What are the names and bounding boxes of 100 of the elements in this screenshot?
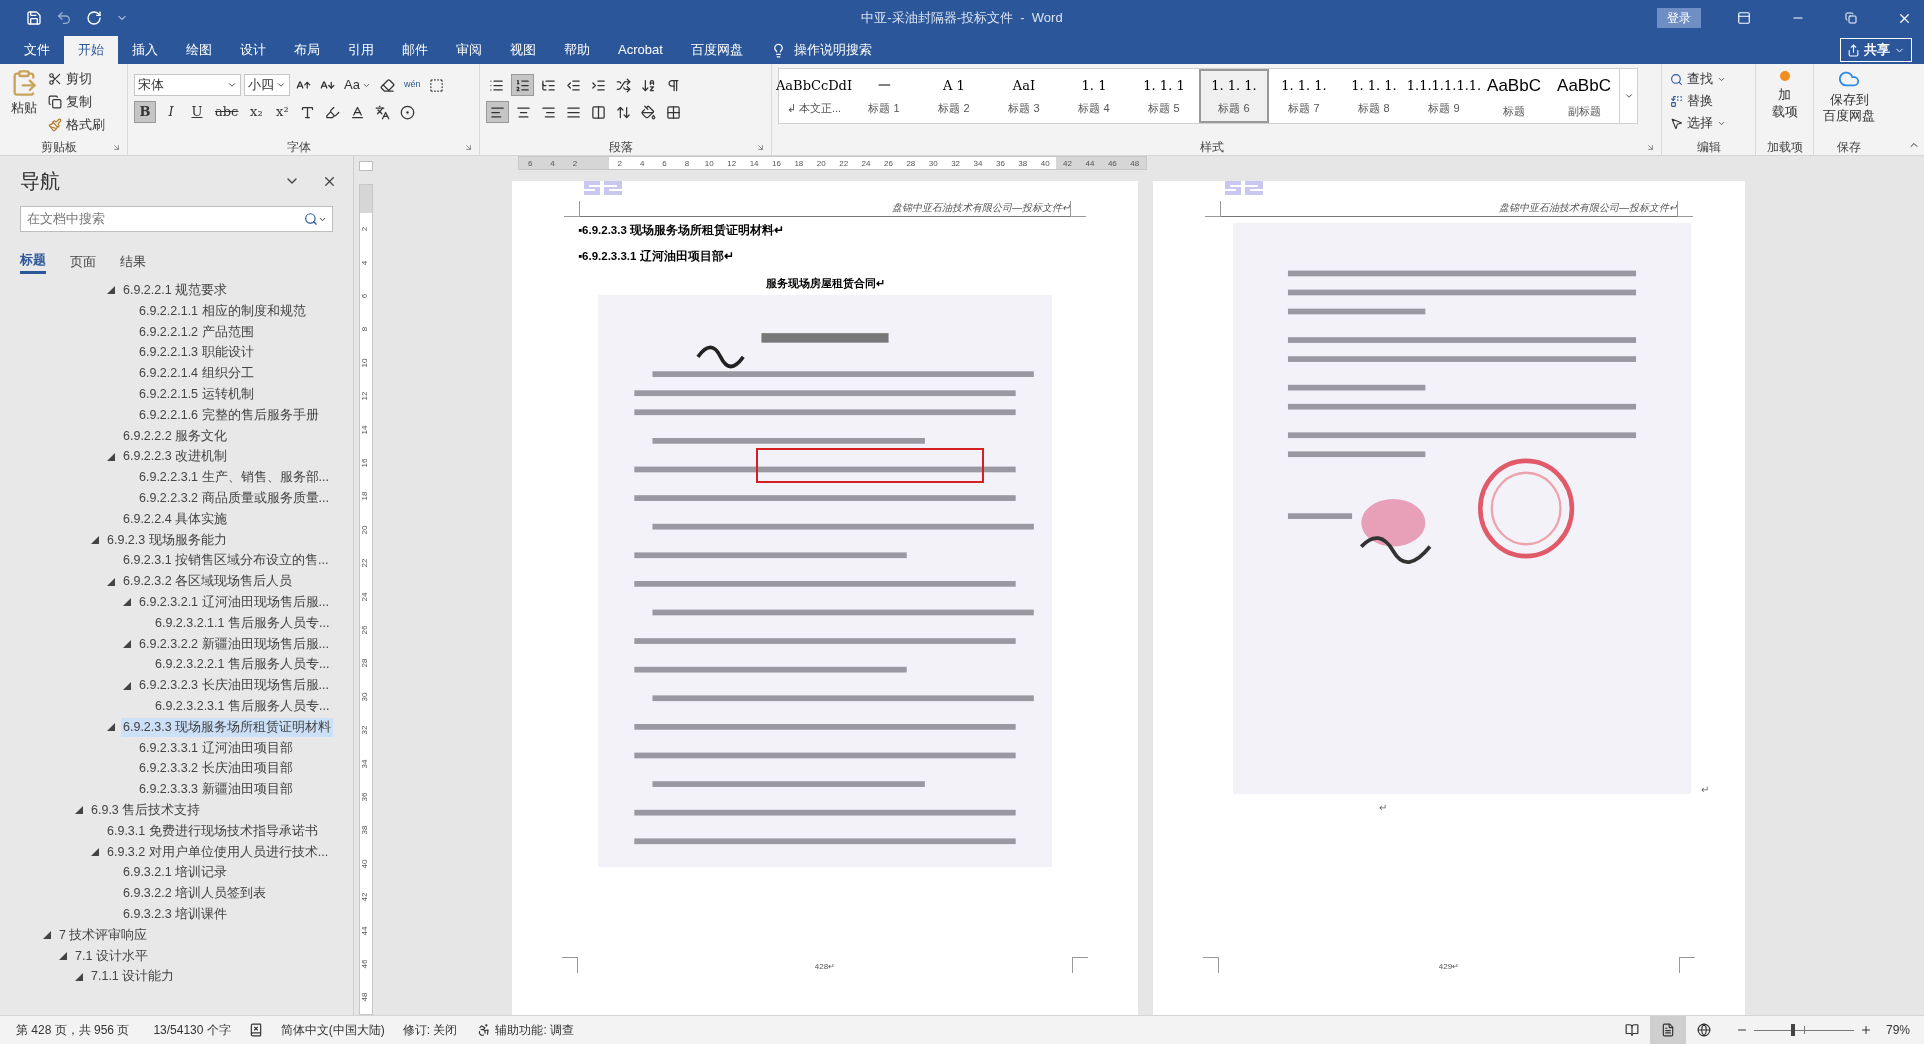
navigation-heading[interactable]: 6.9.2.3.1 按销售区域分布设立的售... [121, 551, 331, 571]
expanded-triangle-icon[interactable] [107, 723, 115, 732]
redo-icon[interactable] [86, 10, 102, 26]
numbering-icon[interactable] [511, 74, 534, 96]
navigation-heading[interactable]: 6.9.2.3.2 各区域现场售后人员 [121, 572, 295, 591]
navigation-heading[interactable]: 6.9.3.2.1 培训记录 [121, 863, 230, 883]
navigation-heading[interactable]: 6.9.2.3.2.2 新疆油田现场售后服... [137, 634, 331, 654]
navigation-heading[interactable]: 6.9.2.2.3.1 生产、销售、服务部... [137, 468, 331, 487]
save-to-cloud-button[interactable]: 保存到 百度网盘 [1823, 68, 1875, 124]
navigation-heading[interactable]: 6.9.2.3.2.2.1 售后服务人员专... [153, 655, 332, 675]
font-style-button[interactable]: B [134, 101, 156, 123]
ribbon-tab[interactable]: 文件 [10, 36, 64, 64]
style-item[interactable]: 1. 1. 1. 标题 7 [1269, 69, 1339, 123]
find-button[interactable]: 查找 [1670, 68, 1747, 90]
proofing-icon[interactable] [248, 1023, 263, 1037]
style-item[interactable]: 1. 1 标题 4 [1059, 69, 1129, 123]
paste-button[interactable]: 粘贴 [6, 68, 42, 139]
navigation-heading[interactable]: 6.9.2.2.1.3 职能设计 [137, 343, 256, 363]
expanded-triangle-icon[interactable] [91, 535, 99, 544]
ribbon-tab[interactable]: 百度网盘 [676, 36, 757, 64]
navigation-heading[interactable]: 6.9.2.2.1.5 运转机制 [137, 385, 256, 404]
print-layout-icon[interactable] [1649, 1015, 1686, 1044]
navigation-heading[interactable]: 6.9.2.2.4 具体实施 [121, 509, 230, 529]
copy-button[interactable]: 复制 [48, 91, 105, 113]
share-button[interactable]: 共享 [1840, 38, 1912, 62]
pane-tab[interactable]: 标题 [20, 250, 46, 274]
navigation-heading[interactable]: 6.9.2.2.1.1 相应的制度和规范 [137, 301, 308, 321]
navigation-heading[interactable]: 6.9.2.2.2 服务文化 [121, 426, 230, 446]
expanded-triangle-icon[interactable] [123, 639, 131, 648]
navigation-heading[interactable]: 6.9.2.3.3.3 新疆油田项目部 [137, 780, 295, 799]
ribbon-tab[interactable]: 布局 [280, 36, 334, 64]
navigation-heading[interactable]: 6.9.2.3.2.3.1 售后服务人员专... [153, 696, 332, 716]
expanded-triangle-icon[interactable] [107, 577, 115, 586]
navigation-heading[interactable]: 6.9.2.3.2.1 辽河油田现场售后服... [137, 592, 331, 612]
navigation-heading[interactable]: 6.9.2.3.3.1 辽河油田项目部 [137, 738, 295, 758]
phonetic-guide-button[interactable]: wén [400, 78, 424, 92]
save-icon[interactable] [26, 10, 42, 26]
navigation-heading[interactable]: 6.9.2.2.1 规范要求 [121, 281, 230, 300]
navigation-heading[interactable]: 6.9.2.3.2.3 长庆油田现场售后服... [137, 676, 331, 695]
language-indicator[interactable]: 简体中文(中国大陆) [280, 1021, 385, 1039]
ribbon-tab[interactable]: 帮助 [550, 36, 604, 64]
change-case-button[interactable]: Aa [341, 75, 374, 95]
style-item[interactable]: A 1 标题 2 [919, 69, 989, 123]
zoom-in-icon[interactable] [1859, 1024, 1872, 1036]
font-style-button[interactable]: U [186, 101, 208, 123]
dialog-launcher-icon[interactable] [464, 142, 473, 152]
navigation-heading[interactable]: 7 技术评审响应 [57, 925, 150, 945]
ribbon-display-icon[interactable] [1737, 11, 1751, 25]
navigation-heading[interactable]: 6.9.2.2.3 改进机制 [121, 447, 230, 467]
ribbon-tab[interactable]: 引用 [334, 36, 388, 64]
font-style-button[interactable]: I [160, 101, 182, 123]
navigation-heading[interactable]: 6.9.2.3 现场服务能力 [105, 530, 229, 550]
navigation-heading[interactable]: 6.9.3.1 免费进行现场技术指导承诺书 [105, 821, 320, 841]
addins-button[interactable]: 加 载项 [1771, 70, 1798, 120]
select-button[interactable]: 选择 [1670, 112, 1747, 134]
style-item[interactable]: 1. 1. 1. 标题 6 [1199, 69, 1269, 123]
page-count[interactable]: 第 428 页，共 956 页 [16, 1021, 130, 1039]
navigation-heading[interactable]: 6.9.2.2.1.4 组织分工 [137, 364, 256, 383]
ribbon-tab[interactable]: 视图 [496, 36, 550, 64]
dialog-launcher-icon[interactable] [756, 142, 765, 152]
navigation-heading[interactable]: 6.9.2.3.3 现场服务场所租赁证明材料 [121, 717, 334, 737]
font-size-field[interactable]: 小四 [244, 74, 290, 96]
font-style-button[interactable]: abc [212, 101, 242, 123]
style-item[interactable]: 1.1.1.1.1.1. 标题 9 [1409, 69, 1479, 123]
expanded-triangle-icon[interactable] [75, 972, 83, 981]
search-icon[interactable] [304, 212, 318, 226]
tell-me-field[interactable]: 操作说明搜索 [793, 40, 872, 60]
navigation-heading[interactable]: 7.1.1 设计能力 [89, 967, 177, 987]
style-item[interactable]: 1. 1. 1 标题 5 [1129, 69, 1199, 123]
zoom-slider[interactable] [1753, 1024, 1854, 1036]
ribbon-tab[interactable]: 设计 [226, 36, 280, 64]
navigation-heading[interactable]: 6.9.2.2.1.2 产品范围 [137, 322, 256, 342]
navigation-heading[interactable]: 6.9.3 售后技术支持 [89, 800, 203, 820]
navigation-heading[interactable]: 6.9.2.2.3.2 商品质量或服务质量... [137, 489, 331, 508]
expanded-triangle-icon[interactable] [91, 847, 99, 856]
style-item[interactable]: AaBbC 副标题 [1549, 69, 1619, 123]
ribbon-tab[interactable]: 邮件 [388, 36, 442, 64]
pane-tab[interactable]: 结果 [120, 250, 146, 274]
expanded-triangle-icon[interactable] [107, 286, 115, 295]
expanded-triangle-icon[interactable] [43, 931, 51, 940]
ribbon-tab[interactable]: 开始 [64, 36, 118, 64]
navigation-heading[interactable]: 6.9.2.3.2.1.1 售后服务人员专... [153, 613, 332, 633]
ribbon-tab[interactable]: 插入 [118, 36, 172, 64]
dialog-launcher-icon[interactable] [1646, 142, 1655, 152]
style-item[interactable]: 1. 1. 1. 标题 8 [1339, 69, 1409, 123]
zoom-level[interactable]: 79% [1885, 1021, 1910, 1039]
format-painter-button[interactable]: 格式刷 [48, 114, 105, 136]
font-style-button[interactable]: x₂ [245, 101, 268, 123]
cut-button[interactable]: 剪切 [48, 68, 105, 90]
navigation-heading[interactable]: 6.9.2.2.1.6 完整的售后服务手册 [137, 405, 321, 425]
expanded-triangle-icon[interactable] [123, 598, 131, 607]
font-name-field[interactable]: 宋体 [134, 74, 241, 96]
track-changes-indicator[interactable]: 修订: 关闭 [402, 1021, 458, 1039]
replace-button[interactable]: 替换 [1670, 90, 1747, 112]
word-count[interactable]: 13/54130 个字 [153, 1021, 231, 1039]
pane-tab[interactable]: 页面 [70, 250, 96, 274]
ribbon-tab[interactable]: 绘图 [172, 36, 226, 64]
navigation-heading[interactable]: 6.9.3.2.3 培训课件 [121, 904, 230, 924]
navigation-heading[interactable]: 6.9.2.3.3.2 长庆油田项目部 [137, 759, 295, 779]
ribbon-tab[interactable]: 审阅 [442, 36, 496, 64]
